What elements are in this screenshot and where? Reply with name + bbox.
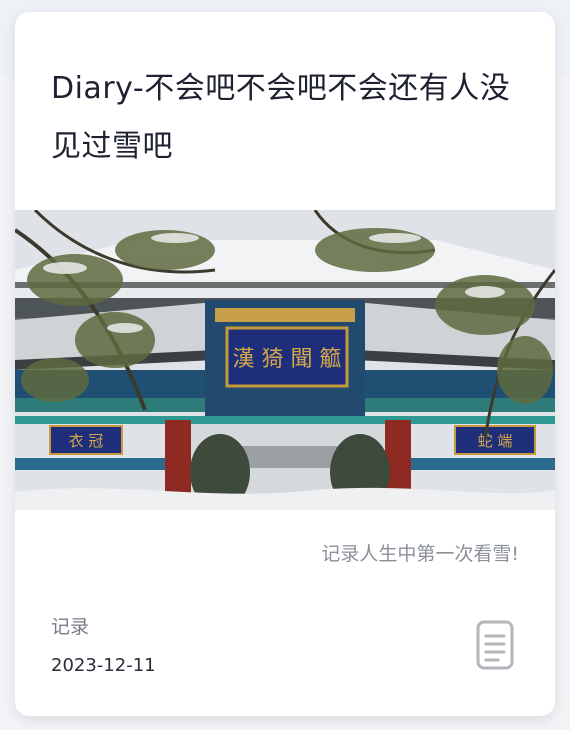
post-date: 2023-12-11 — [51, 655, 156, 676]
post-summary: 记录人生中第一次看雪! — [321, 543, 519, 565]
post-title[interactable]: Diary-不会吧不会吧不会还有人没见过雪吧 — [51, 60, 521, 176]
left-sign-text: 衣 冠 — [69, 432, 104, 450]
post-cover-image[interactable]: 漢 猗 聞 䉉 衣 冠 蛇 端 — [15, 210, 555, 510]
post-card[interactable]: Diary-不会吧不会吧不会还有人没见过雪吧 漢 猗 聞 䉉 衣 冠 蛇 端 记… — [15, 12, 555, 716]
post-category-tag[interactable]: 记录 — [51, 612, 89, 639]
right-sign-text: 蛇 端 — [478, 432, 513, 450]
main-sign-text: 漢 猗 聞 䉉 — [233, 347, 342, 372]
document-icon — [476, 620, 514, 670]
